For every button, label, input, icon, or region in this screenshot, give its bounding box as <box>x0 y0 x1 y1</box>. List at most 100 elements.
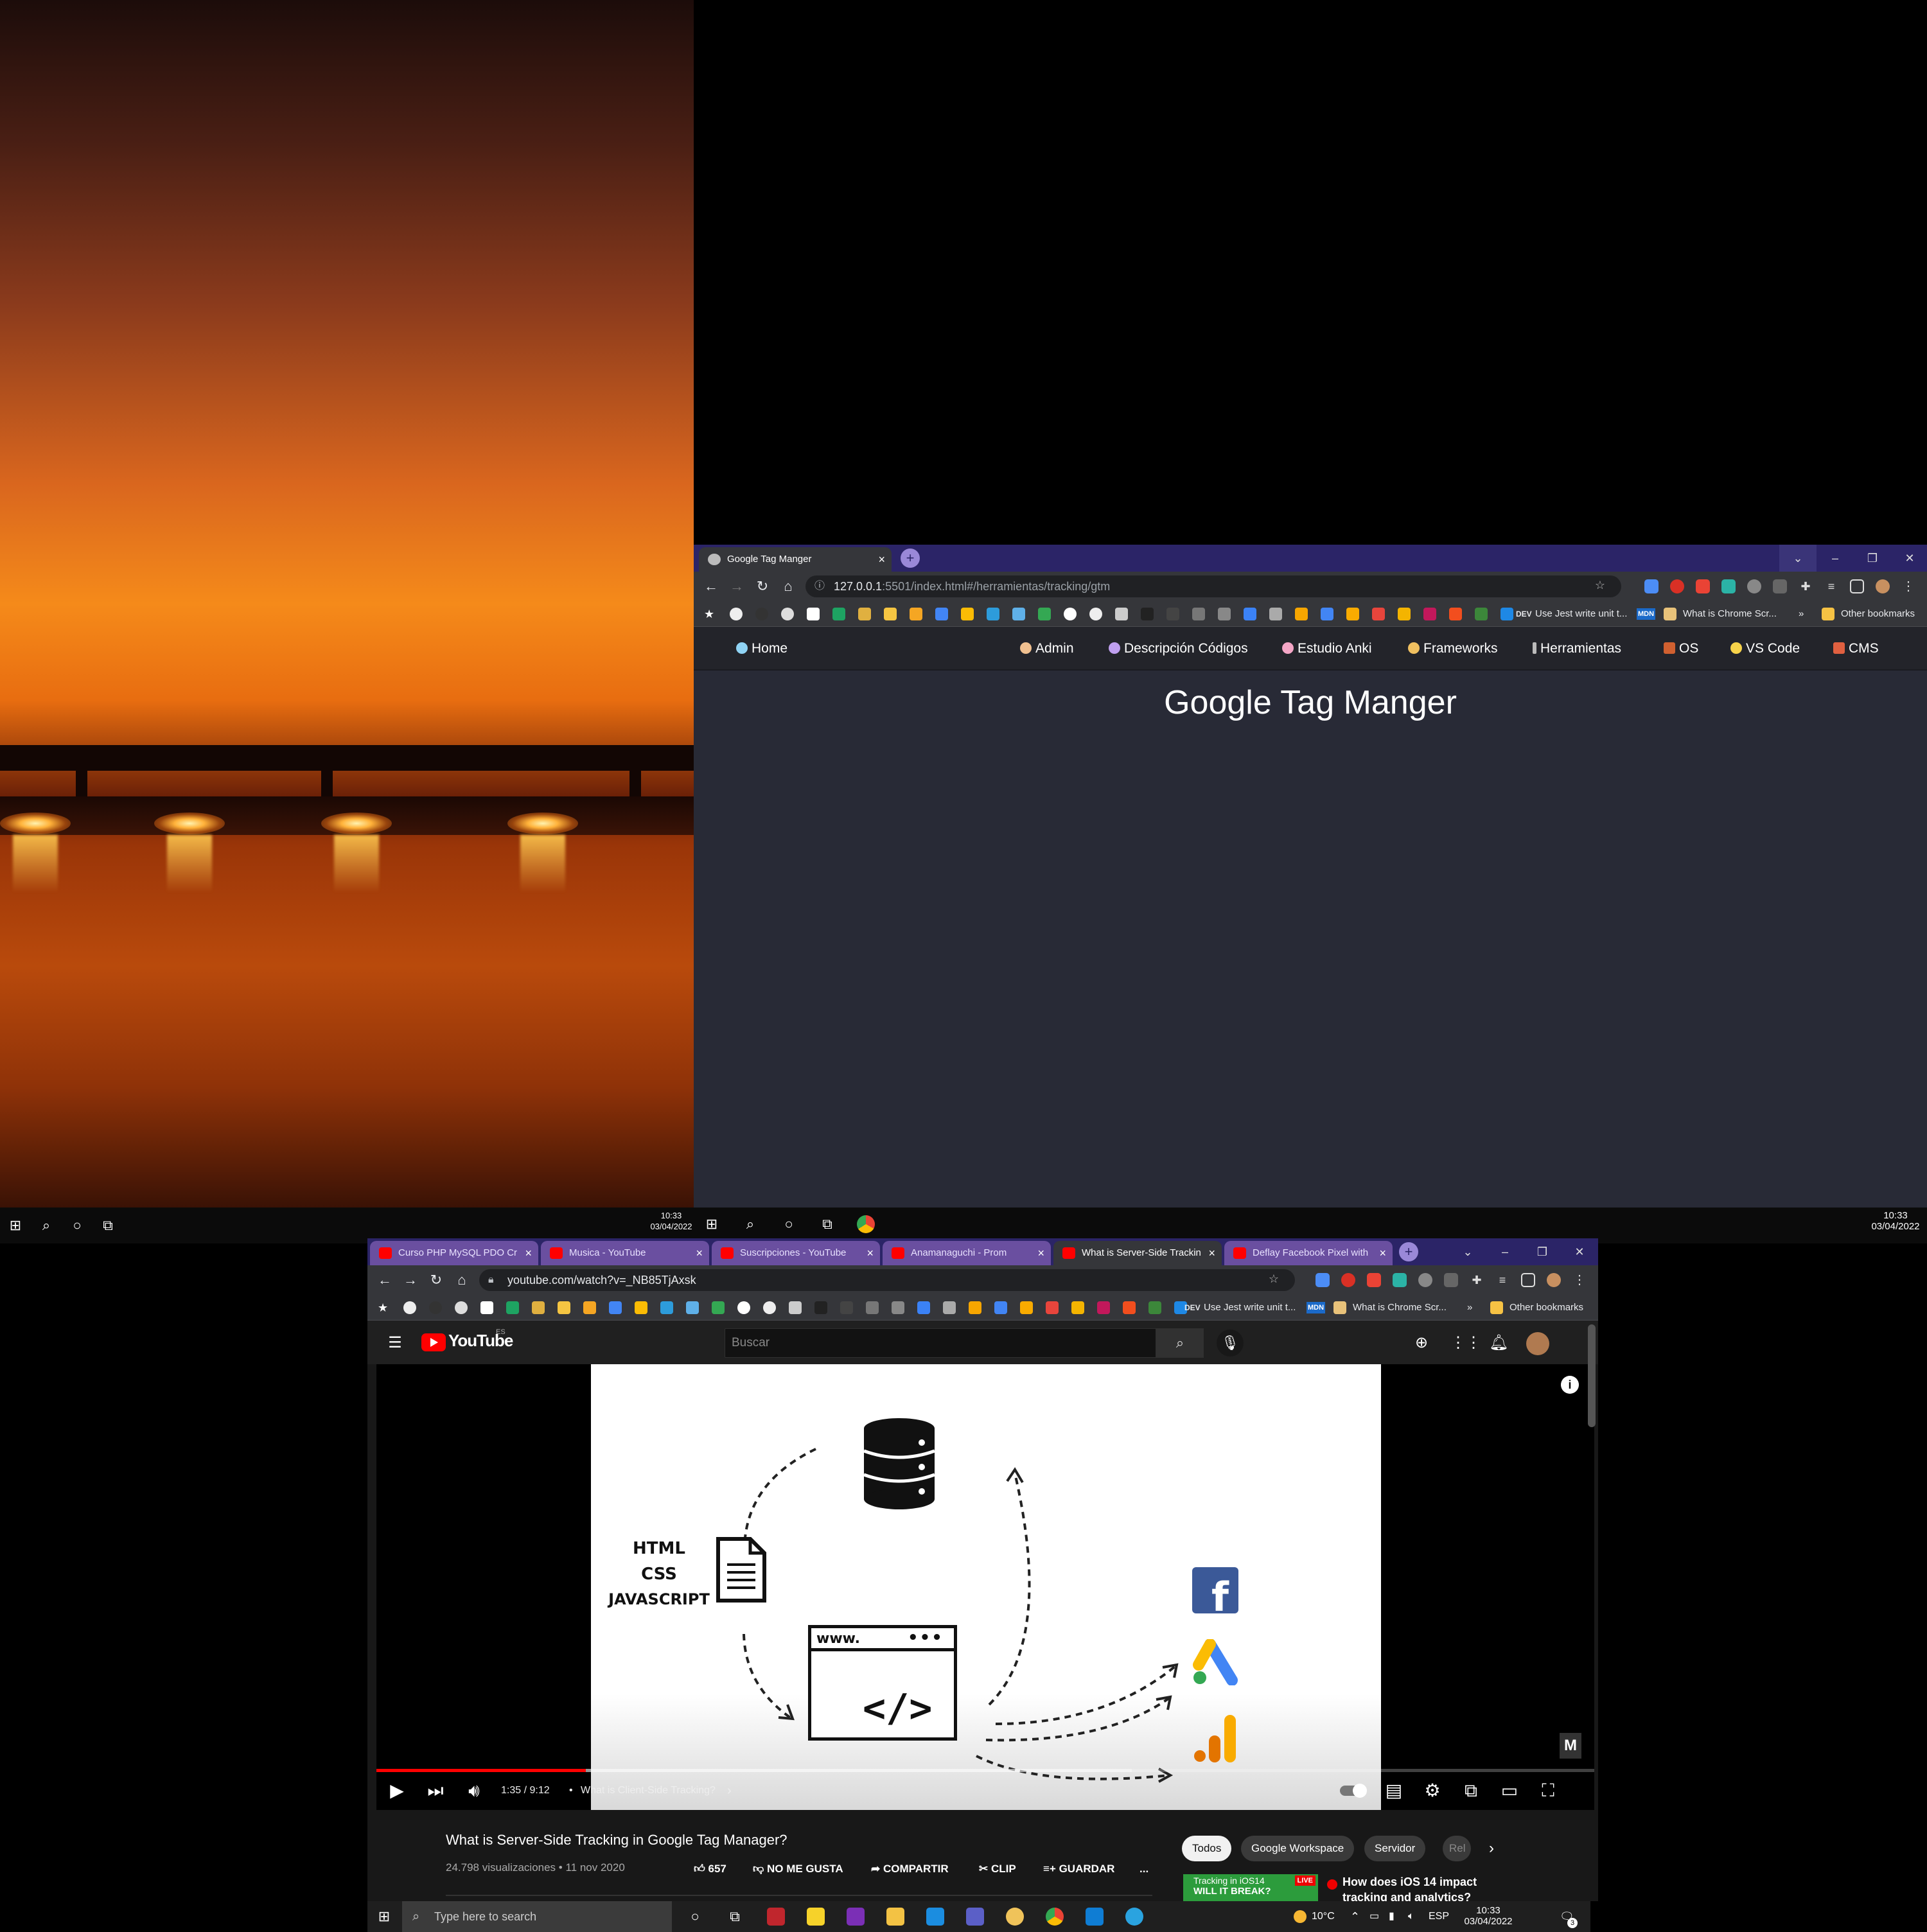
bookmark-icon[interactable] <box>1166 608 1179 620</box>
close-icon[interactable]: × <box>1037 1241 1044 1265</box>
extension-icon[interactable] <box>1773 579 1787 593</box>
reload-icon[interactable]: ↻ <box>427 1270 446 1290</box>
bookmark-icon[interactable] <box>910 608 922 620</box>
language-indicator[interactable]: ESP <box>1429 1901 1449 1932</box>
lock-icon[interactable]: 🔒︎ <box>488 1269 494 1291</box>
bookmark-icon[interactable] <box>1321 608 1333 620</box>
nav-cms[interactable]: CMS <box>1833 627 1879 671</box>
clock[interactable]: 10:33 03/04/2022 <box>649 1210 694 1232</box>
nav-os[interactable]: OS <box>1664 627 1698 671</box>
windows-start-icon[interactable]: ⊞ <box>375 1908 393 1926</box>
address-bar[interactable]: ⓘ 127.0.0.1:5501/index.html#/herramienta… <box>805 575 1621 597</box>
network-icon[interactable]: ▭ <box>1369 1901 1379 1932</box>
tab-php-course[interactable]: Curso PHP MySQL PDO Cr × <box>370 1241 538 1265</box>
bookmark-icon[interactable] <box>1244 608 1256 620</box>
bookmark-icon[interactable] <box>1295 608 1308 620</box>
like-button[interactable]: 👍︎ 657 <box>694 1856 726 1882</box>
github-icon[interactable] <box>737 1301 750 1314</box>
bookmark-icon[interactable] <box>1046 1301 1059 1314</box>
close-icon[interactable]: × <box>867 1241 874 1265</box>
side-panel-icon[interactable] <box>1521 1273 1535 1287</box>
vscode-icon[interactable] <box>1086 1908 1104 1926</box>
chip-servidor[interactable]: Servidor <box>1364 1836 1426 1861</box>
bookmark-icon[interactable] <box>1372 608 1385 620</box>
microphone-icon[interactable]: 🎙︎ <box>1217 1330 1244 1357</box>
bookmark-chrome-scripting[interactable]: What is Chrome Scr... <box>1353 1295 1447 1321</box>
settings-gear-icon[interactable]: ⚙ <box>1421 1779 1444 1802</box>
extension-icon[interactable] <box>1444 1273 1458 1287</box>
video-player[interactable]: HTML CSS JAVASCRIPT www. ••• </> f i M ▶… <box>376 1364 1594 1810</box>
bookmark-icon[interactable] <box>994 1301 1007 1314</box>
clock[interactable]: 10:33 03/04/2022 <box>1867 1210 1924 1232</box>
bookmarks-overflow-icon[interactable]: » <box>1799 601 1804 627</box>
nav-herramientas[interactable]: Herramientas <box>1533 627 1621 671</box>
bookmark-icon[interactable] <box>1148 1301 1161 1314</box>
search-icon[interactable]: ⌕ <box>37 1216 55 1234</box>
windows-start-icon[interactable]: ⊞ <box>6 1216 24 1234</box>
chip-related[interactable]: Rel <box>1443 1836 1471 1861</box>
bookmark-icon[interactable] <box>532 1301 545 1314</box>
cortana-icon[interactable]: ○ <box>686 1908 704 1926</box>
star-icon[interactable]: ★ <box>704 608 717 620</box>
bookmark-icon[interactable] <box>884 608 897 620</box>
nav-estudio-anki[interactable]: Estudio Anki <box>1282 627 1372 671</box>
drive-icon[interactable] <box>712 1301 725 1314</box>
bookmark-icon[interactable] <box>1346 608 1359 620</box>
create-video-icon[interactable]: ⊕ <box>1412 1333 1431 1353</box>
close-icon[interactable]: × <box>696 1241 703 1265</box>
home-icon[interactable]: ⌂ <box>452 1270 471 1290</box>
bookmark-icon[interactable] <box>1192 608 1205 620</box>
telegram-icon[interactable] <box>1125 1908 1143 1926</box>
next-video-title-line2[interactable]: tracking and analytics? <box>1342 1891 1471 1901</box>
bookmark-icon[interactable] <box>987 608 999 620</box>
side-panel-icon[interactable] <box>1850 579 1864 593</box>
bookmark-icon[interactable] <box>892 1301 904 1314</box>
next-icon[interactable]: ⏭︎ <box>424 1779 447 1802</box>
bookmark-icon[interactable] <box>755 608 768 620</box>
avatar[interactable] <box>1876 579 1890 593</box>
menu-icon[interactable]: ⋮ <box>1572 1273 1587 1287</box>
tab-google-tag-manger[interactable]: Google Tag Manger × <box>699 547 892 572</box>
close-icon[interactable]: × <box>1208 1241 1215 1265</box>
bookmark-icon[interactable] <box>1218 608 1231 620</box>
bookmark-icon[interactable] <box>1475 608 1488 620</box>
bookmark-icon[interactable] <box>635 1301 647 1314</box>
bookmark-icon[interactable] <box>763 1301 776 1314</box>
fullscreen-icon[interactable]: ⛶ <box>1536 1779 1560 1802</box>
close-icon[interactable]: × <box>525 1241 532 1265</box>
battery-icon[interactable]: ▮ <box>1389 1901 1395 1932</box>
bookmark-icon[interactable] <box>1333 1301 1346 1314</box>
notifications-bell-icon[interactable]: 🔔︎ <box>1489 1333 1508 1353</box>
mdn-icon[interactable]: MDN <box>1637 608 1656 620</box>
bookmark-icon[interactable] <box>814 1301 827 1314</box>
extension-icon[interactable] <box>1696 579 1710 593</box>
bookmark-icon[interactable] <box>832 608 845 620</box>
nav-vs-code[interactable]: VS Code <box>1730 627 1800 671</box>
tab-search-icon[interactable]: ⌄ <box>1779 545 1817 572</box>
menu-icon[interactable]: ⋮ <box>1901 579 1915 593</box>
extension-icon[interactable] <box>1315 1273 1330 1287</box>
bookmark-chrome-scripting[interactable]: What is Chrome Scr... <box>1683 601 1777 627</box>
app-icon[interactable] <box>767 1908 785 1926</box>
info-card-icon[interactable]: i <box>1561 1376 1579 1394</box>
clock-app-icon[interactable] <box>1006 1908 1024 1926</box>
extension-icon[interactable] <box>1721 579 1736 593</box>
bookmark-icon[interactable] <box>961 608 974 620</box>
back-icon[interactable]: ← <box>375 1270 394 1290</box>
tray-chevron-up-icon[interactable]: ⌃ <box>1350 1901 1360 1932</box>
file-explorer-icon[interactable] <box>886 1908 904 1926</box>
bookmark-icon[interactable] <box>789 1301 802 1314</box>
bookmark-icon[interactable] <box>935 608 948 620</box>
extension-icon[interactable] <box>1367 1273 1381 1287</box>
bookmark-icon[interactable] <box>1398 608 1411 620</box>
search-input[interactable]: Buscar <box>725 1328 1156 1358</box>
forward-icon[interactable]: → <box>727 577 746 596</box>
github-icon[interactable] <box>1064 608 1077 620</box>
bookmark-icon[interactable] <box>1089 608 1102 620</box>
nav-home[interactable]: Home <box>736 627 788 671</box>
close-window-button[interactable]: ✕ <box>1561 1238 1598 1265</box>
star-bookmark-icon[interactable]: ☆ <box>1593 578 1607 592</box>
bookmark-icon[interactable] <box>429 1301 442 1314</box>
puzzle-icon[interactable]: ✚ <box>1470 1273 1484 1287</box>
bookmark-icon[interactable] <box>1020 1301 1033 1314</box>
